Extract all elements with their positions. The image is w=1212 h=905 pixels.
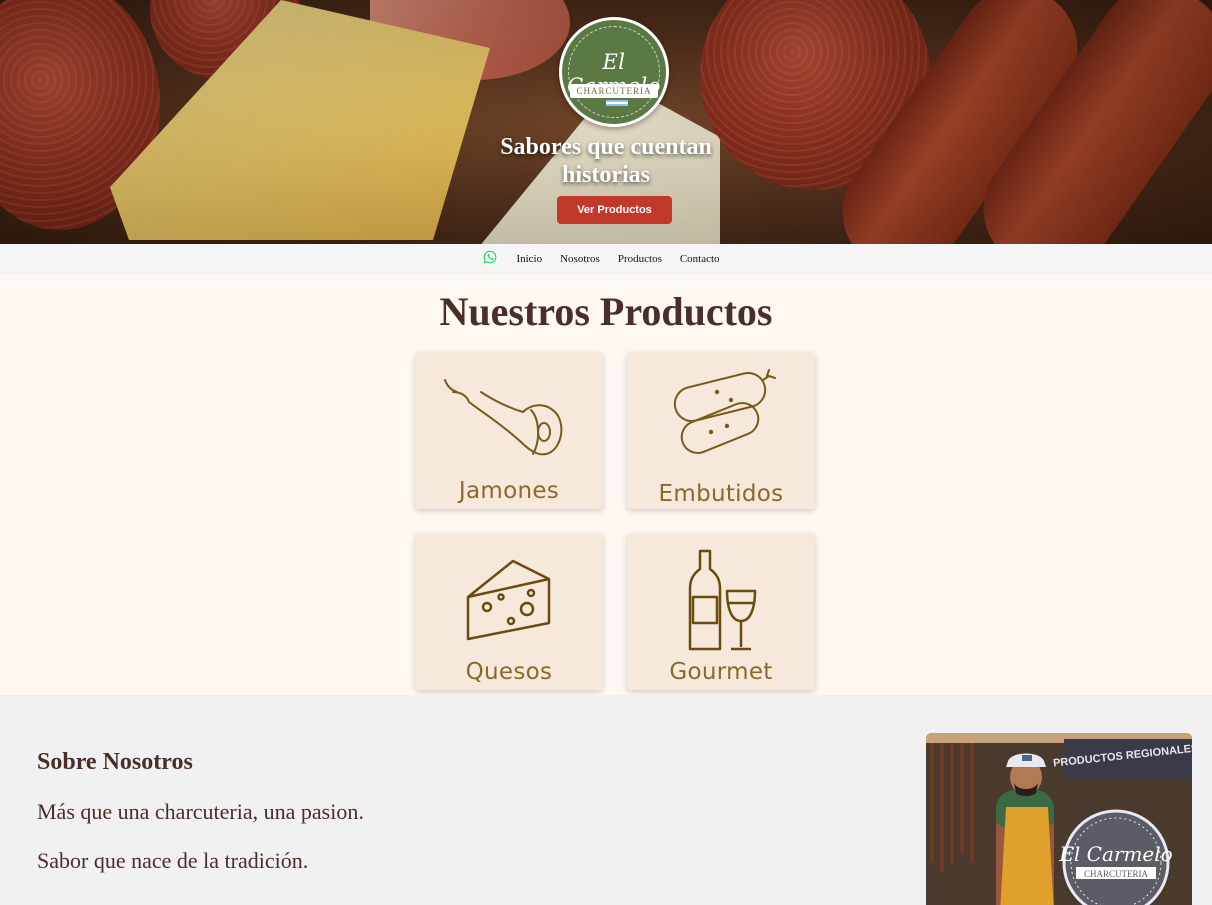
view-products-button[interactable]: Ver Productos [557, 196, 672, 224]
about-heading: Sobre Nosotros [37, 749, 193, 775]
product-card-gourmet[interactable]: Gourmet [627, 533, 815, 690]
card-label: Jamones [458, 478, 560, 504]
nav-link-inicio[interactable]: Inicio [516, 253, 542, 265]
about-text: Más que una charcuteria, una pasion. [37, 799, 364, 824]
flag-icon [606, 100, 628, 106]
card-label: Quesos [465, 659, 553, 685]
photo-logo-script: El Carmelo [1058, 842, 1172, 866]
hero-banner: El Carmelo CHARCUTERIA Sabores que cuent… [0, 0, 1212, 244]
card-label: Gourmet [669, 659, 773, 685]
brand-logo[interactable]: El Carmelo CHARCUTERIA [559, 17, 669, 127]
nav-link-contacto[interactable]: Contacto [680, 253, 720, 265]
logo-banner: CHARCUTERIA [570, 84, 658, 98]
photo-logo-banner: CHARCUTERIA [1084, 869, 1149, 879]
products-heading: Nuestros Productos [439, 289, 773, 334]
about-text: Sabor que nace de la tradición. [37, 848, 309, 873]
whatsapp-icon[interactable] [483, 250, 497, 264]
main-nav: Inicio Nosotros Productos Contacto [0, 244, 1212, 274]
product-card-embutidos[interactable]: Embutidos [627, 352, 815, 509]
nav-link-productos[interactable]: Productos [618, 253, 662, 265]
card-label: Embutidos [658, 481, 784, 507]
products-section: Nuestros Productos Jamones Embutidos Que… [0, 274, 1212, 695]
about-section: Sobre Nosotros Más que una charcuteria, … [0, 695, 1212, 905]
shop-photo: PRODUCTOS REGIONALES El Carmelo CHARCUTE… [926, 733, 1192, 905]
product-card-quesos[interactable]: Quesos [415, 533, 603, 690]
hero-title: Sabores que cuentan historias [500, 134, 712, 188]
nav-link-nosotros[interactable]: Nosotros [560, 253, 600, 265]
product-card-jamones[interactable]: Jamones [415, 352, 603, 509]
